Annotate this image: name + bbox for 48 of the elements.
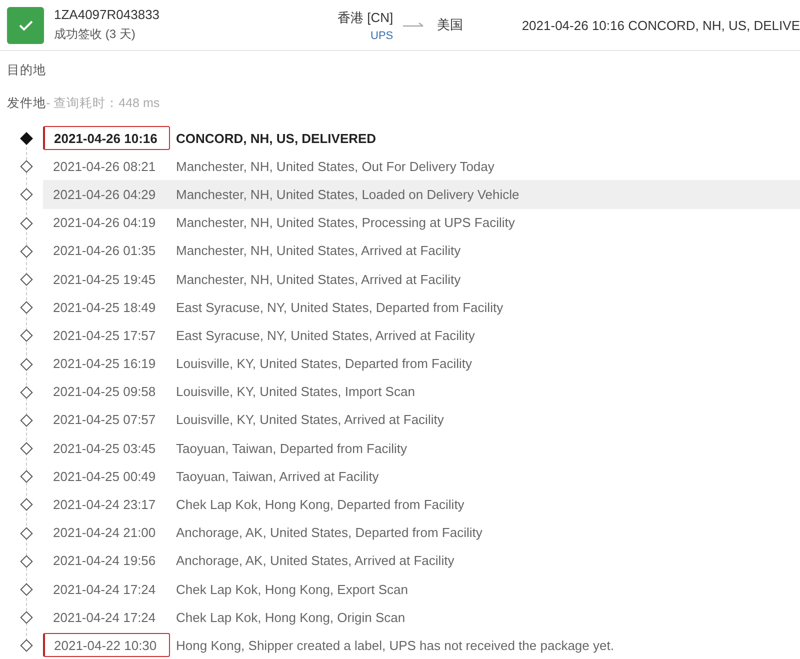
- event-time: 2021-04-24 19:56: [52, 552, 157, 570]
- event-description: Taoyuan, Taiwan, Departed from Facility: [176, 440, 407, 456]
- event-description: Chek Lap Kok, Hong Kong, Departed from Facility: [176, 497, 464, 512]
- event-description: Louisville, KY, United States, Departed from Facility: [176, 356, 472, 372]
- event-description: Hong Kong, Shipper created a label, UPS has not received the package yet.: [176, 638, 614, 653]
- event-time: 2021-04-24 21:00: [52, 524, 157, 542]
- event-time: 2021-04-22 10:30: [43, 633, 170, 658]
- event-description: Anchorage, AK, United States, Arrived at Facility: [176, 553, 454, 568]
- event-description: Manchester, NH, United States, Arrived at Facility: [176, 243, 461, 258]
- origin-country: 香港 [CN]: [338, 8, 394, 26]
- event-time: 2021-04-25 17:57: [52, 326, 157, 345]
- destination-label: 目的地: [6, 62, 47, 78]
- event-time: 2021-04-24 17:24: [52, 608, 157, 627]
- destination-country: 美国: [437, 16, 464, 34]
- event-time: 2021-04-25 19:45: [52, 270, 157, 289]
- event-time: 2021-04-25 03:45: [52, 440, 157, 458]
- event-time: 2021-04-26 01:35: [52, 242, 157, 260]
- event-description: Manchester, NH, United States, Arrived at Facility: [176, 272, 461, 287]
- event-time: 2021-04-25 00:49: [52, 468, 157, 486]
- event-time: 2021-04-25 09:58: [52, 383, 157, 402]
- carrier-name: UPS: [370, 30, 394, 42]
- event-description: Taoyuan, Taiwan, Arrived at Facility: [176, 468, 379, 484]
- event-time: 2021-04-24 17:24: [52, 580, 157, 599]
- event-description: Manchester, NH, United States, Out For Delivery Today: [176, 158, 494, 174]
- arrow-icon: [403, 22, 426, 28]
- origin-label: 发件地: [7, 94, 46, 112]
- event-description: Louisville, KY, United States, Import Scan: [176, 384, 415, 400]
- event-description: Manchester, NH, United States, Processing at UPS Facility: [176, 215, 515, 230]
- event-time: 2021-04-25 18:49: [52, 298, 157, 317]
- query-time: - 查询耗时：448 ms: [46, 94, 160, 112]
- event-description: Louisville, KY, United States, Arrived at Facility: [176, 412, 444, 428]
- event-description: CONCORD, NH, US, DELIVERED: [176, 130, 376, 146]
- event-description: East Syracuse, NY, United States, Arrived at Facility: [176, 328, 475, 343]
- event-description: Anchorage, AK, United States, Departed from Facility: [176, 525, 482, 540]
- event-time: 2021-04-25 16:19: [52, 355, 157, 374]
- event-description: East Syracuse, NY, United States, Departed from Facility: [176, 300, 504, 315]
- event-time: 2021-04-26 08:21: [52, 158, 157, 176]
- event-description: Chek Lap Kok, Hong Kong, Export Scan: [176, 582, 408, 597]
- latest-event: 2021-04-26 10:16 CONCORD, NH, US, DELIVE: [522, 18, 800, 32]
- event-time: 2021-04-26 04:29: [52, 186, 157, 204]
- event-description: Manchester, NH, United States, Loaded on Delivery Vehicle: [176, 186, 520, 202]
- event-time: 2021-04-26 10:16: [43, 126, 170, 150]
- delivery-status: 成功签收 (3 天): [54, 26, 136, 43]
- event-time: 2021-04-25 07:57: [52, 411, 157, 430]
- event-time: 2021-04-26 04:19: [52, 214, 157, 232]
- tracking-number: 1ZA4097R043833: [54, 7, 160, 22]
- event-time: 2021-04-24 23:17: [52, 496, 157, 514]
- event-description: Chek Lap Kok, Hong Kong, Origin Scan: [176, 610, 406, 625]
